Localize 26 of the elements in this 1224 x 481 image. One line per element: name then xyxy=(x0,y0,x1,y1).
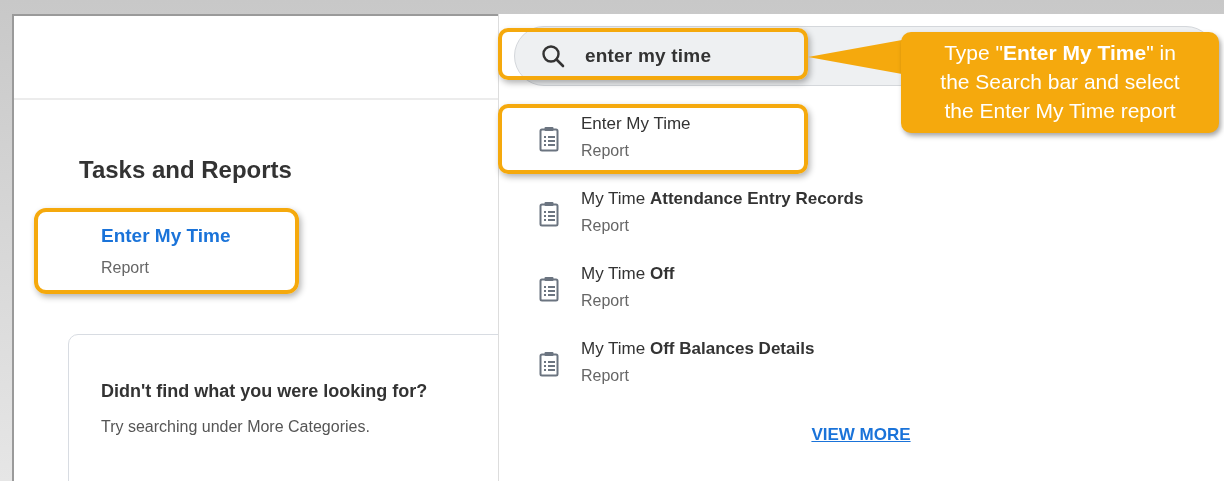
result-type: Report xyxy=(581,367,631,385)
result-title: My Time Off Balances Details xyxy=(581,339,815,359)
clipboard-icon xyxy=(539,126,559,152)
callout-text: Type "Enter My Time" in the Search bar and select the Enter My Time report xyxy=(901,32,1219,133)
result-item[interactable]: My Time Off Report xyxy=(498,254,808,324)
item-type: Report xyxy=(101,259,151,277)
search-value: enter my time xyxy=(585,45,712,67)
clipboard-icon xyxy=(539,351,559,377)
search-icon xyxy=(541,44,565,68)
result-type: Report xyxy=(581,292,631,310)
task-item[interactable]: Enter My Time Report xyxy=(34,208,299,294)
section-heading: Tasks and Reports xyxy=(79,156,293,184)
result-item[interactable]: My Time Attendance Entry Records Report xyxy=(498,179,868,249)
clipboard-icon xyxy=(539,201,559,227)
card-title: Didn't find what you were looking for? xyxy=(101,381,429,402)
result-title: My Time Attendance Entry Records xyxy=(581,189,864,209)
task-link[interactable]: Enter My Time xyxy=(101,225,295,247)
result-type: Report xyxy=(581,142,631,160)
view-more-link[interactable]: VIEW MORE xyxy=(811,425,911,445)
result-item[interactable]: Enter My Time Report xyxy=(498,104,808,174)
result-item[interactable]: My Time Off Balances Details Report xyxy=(498,329,819,399)
clipboard-icon xyxy=(539,276,559,302)
result-title: My Time Off xyxy=(581,264,675,284)
result-type: Report xyxy=(581,217,631,235)
card-text: Try searching under More Categories. xyxy=(101,418,371,436)
result-title: Enter My Time xyxy=(581,114,691,134)
